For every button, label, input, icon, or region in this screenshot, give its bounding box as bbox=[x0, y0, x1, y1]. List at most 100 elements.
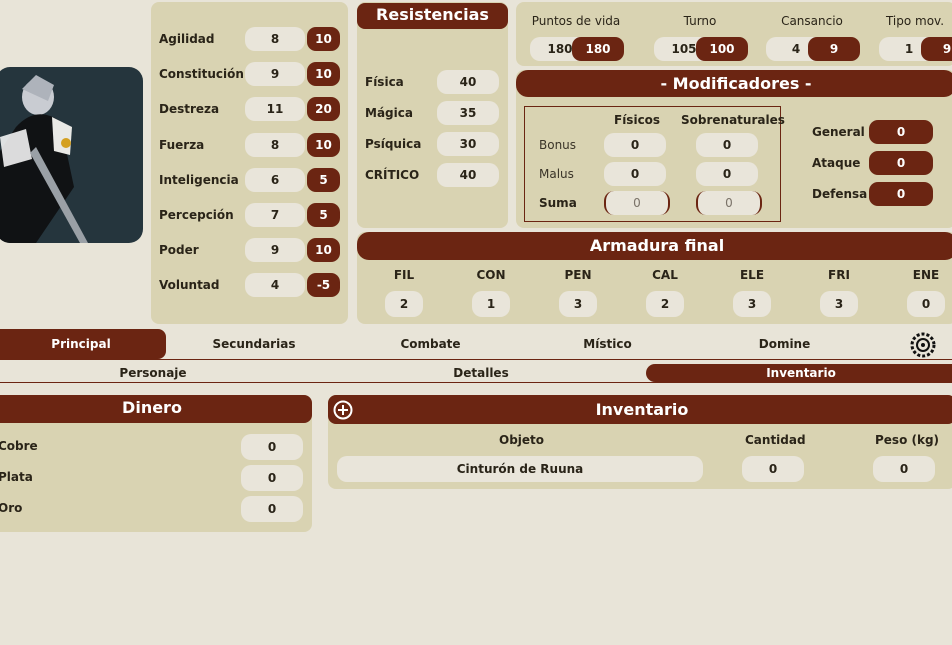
attribute-label: Destreza bbox=[159, 102, 220, 117]
attribute-label: Inteligencia bbox=[159, 172, 239, 187]
vital-label: Puntos de vida bbox=[531, 14, 621, 28]
attribute-label: Voluntad bbox=[159, 278, 220, 293]
armor-title: Armadura final bbox=[357, 232, 952, 260]
attribute-value: 10 bbox=[307, 238, 340, 263]
resistance-label: Mágica bbox=[365, 106, 413, 120]
attribute-base-input[interactable]: 7 bbox=[245, 203, 305, 227]
sub-tab-detalles[interactable]: Detalles bbox=[320, 364, 642, 382]
attribute-base-input[interactable]: 4 bbox=[245, 273, 305, 298]
resistance-label: Psíquica bbox=[365, 137, 422, 151]
attribute-base-input[interactable]: 8 bbox=[245, 27, 305, 51]
modifier-side-value: 0 bbox=[869, 182, 933, 206]
modifier-sobrenaturales-input[interactable]: 0 bbox=[696, 191, 762, 215]
portrait-figure bbox=[0, 75, 88, 243]
attribute-value: 5 bbox=[307, 167, 340, 192]
inventory-col-objeto: Objeto bbox=[499, 433, 545, 447]
attribute-value: 10 bbox=[307, 62, 340, 87]
attribute-label: Constitución bbox=[159, 67, 244, 82]
attribute-label: Fuerza bbox=[159, 137, 205, 152]
modifier-side-label: Defensa bbox=[812, 187, 868, 201]
sub-tab-personaje[interactable]: Personaje bbox=[0, 364, 306, 382]
inventory-item-name[interactable]: Cinturón de Ruuna bbox=[337, 456, 703, 482]
vital-max: 180 bbox=[572, 37, 624, 61]
inventory-col-peso: Peso (kg) bbox=[875, 433, 940, 447]
resistance-label: Física bbox=[365, 75, 404, 89]
resistances-title: Resistencias bbox=[357, 3, 508, 29]
resistance-value: 30 bbox=[437, 132, 499, 156]
modifier-row-label: Malus bbox=[539, 167, 574, 181]
modifier-fisicos-input[interactable]: 0 bbox=[604, 191, 670, 215]
attribute-value: 20 bbox=[307, 97, 340, 122]
attribute-label: Percepción bbox=[159, 208, 234, 222]
main-tab-místico[interactable]: Místico bbox=[519, 329, 696, 359]
modifiers-col-fisicos: Físicos bbox=[614, 113, 661, 127]
armor-value: 1 bbox=[472, 291, 510, 317]
attribute-base-input[interactable]: 9 bbox=[245, 62, 305, 87]
armor-type-label: ENE bbox=[912, 268, 940, 282]
main-tab-principal[interactable]: Principal bbox=[0, 329, 166, 359]
vital-label: Tipo mov. bbox=[885, 14, 945, 28]
modifier-fisicos-input[interactable]: 0 bbox=[604, 162, 666, 186]
armor-value: 3 bbox=[820, 291, 858, 317]
modifiers-col-sobrenaturales: Sobrenaturales bbox=[681, 113, 785, 127]
armor-value: 2 bbox=[385, 291, 423, 317]
money-title: Dinero bbox=[0, 395, 312, 423]
main-tab-secundarias[interactable]: Secundarias bbox=[166, 329, 342, 359]
money-input[interactable]: 0 bbox=[241, 434, 303, 460]
modifier-sobrenaturales-input[interactable]: 0 bbox=[696, 133, 758, 157]
armor-type-label: PEN bbox=[564, 268, 592, 282]
vital-max: 100 bbox=[696, 37, 748, 61]
resistance-value: 40 bbox=[437, 70, 499, 94]
armor-type-label: ELE bbox=[739, 268, 765, 282]
attribute-base-input[interactable]: 11 bbox=[245, 97, 305, 122]
money-input[interactable]: 0 bbox=[241, 465, 303, 491]
modifier-sobrenaturales-input[interactable]: 0 bbox=[696, 162, 758, 186]
armor-type-label: FIL bbox=[393, 268, 415, 282]
resistance-value: 35 bbox=[437, 101, 499, 125]
money-input[interactable]: 0 bbox=[241, 496, 303, 522]
vital-label: Cansancio bbox=[781, 14, 843, 28]
vital-max: 9 bbox=[921, 37, 952, 61]
modifier-side-label: Ataque bbox=[812, 156, 861, 170]
modifier-row-label: Suma bbox=[539, 196, 577, 210]
resistance-value: 40 bbox=[437, 163, 499, 187]
armor-value: 2 bbox=[646, 291, 684, 317]
attribute-base-input[interactable]: 6 bbox=[245, 167, 305, 192]
modifier-side-value: 0 bbox=[869, 151, 933, 175]
attribute-value: 10 bbox=[307, 132, 340, 157]
vital-label: Turno bbox=[683, 14, 717, 28]
attribute-label: Poder bbox=[159, 243, 199, 258]
modifier-row-label: Bonus bbox=[539, 138, 577, 152]
vital-max: 9 bbox=[808, 37, 860, 61]
armor-type-label: FRI bbox=[828, 268, 850, 282]
money-label: Cobre bbox=[0, 439, 38, 453]
money-label: Oro bbox=[0, 501, 23, 515]
modifier-fisicos-input[interactable]: 0 bbox=[604, 133, 666, 157]
attribute-value: 10 bbox=[307, 27, 340, 51]
attribute-base-input[interactable]: 9 bbox=[245, 238, 305, 263]
money-label: Plata bbox=[0, 470, 33, 484]
inventory-item-peso[interactable]: 0 bbox=[873, 456, 935, 482]
armor-type-label: CAL bbox=[652, 268, 678, 282]
modifiers-title: - Modificadores - bbox=[516, 70, 952, 97]
inventory-item-cantidad[interactable]: 0 bbox=[742, 456, 804, 482]
attribute-value: -5 bbox=[307, 273, 340, 298]
attribute-base-input[interactable]: 8 bbox=[245, 132, 305, 157]
attribute-label: Agilidad bbox=[159, 32, 215, 46]
armor-type-label: CON bbox=[476, 268, 506, 282]
character-portrait bbox=[0, 67, 143, 243]
gear-icon[interactable] bbox=[910, 332, 936, 358]
armor-value: 3 bbox=[559, 291, 597, 317]
inventory-col-cantidad: Cantidad bbox=[745, 433, 806, 447]
armor-value: 3 bbox=[733, 291, 771, 317]
resistance-label: CRÍTICO bbox=[365, 168, 420, 182]
attribute-value: 5 bbox=[307, 203, 340, 227]
plus-circle-icon[interactable] bbox=[333, 400, 353, 420]
armor-value: 0 bbox=[907, 291, 945, 317]
modifier-side-value: 0 bbox=[869, 120, 933, 144]
sub-tab-inventario[interactable]: Inventario bbox=[646, 364, 952, 382]
modifier-side-label: General bbox=[812, 125, 865, 139]
main-tab-domine[interactable]: Domine bbox=[696, 329, 873, 359]
main-tab-combate[interactable]: Combate bbox=[342, 329, 519, 359]
inventory-title: Inventario bbox=[328, 395, 952, 424]
